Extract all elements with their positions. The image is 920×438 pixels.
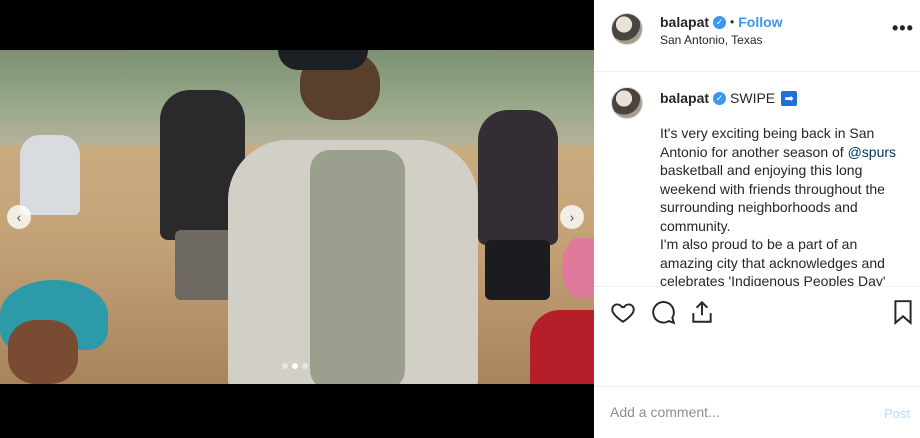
action-bar xyxy=(594,286,920,386)
follow-button[interactable]: Follow xyxy=(738,14,782,30)
post-comment-button[interactable]: Post xyxy=(884,406,910,421)
post-photo[interactable] xyxy=(0,50,594,384)
chevron-left-icon: ‹ xyxy=(16,209,22,225)
add-comment-section: Post xyxy=(594,386,920,438)
caption-area: balapat ✓ SWIPE ➡ It's very exciting bei… xyxy=(594,72,920,286)
heart-icon xyxy=(611,303,635,323)
username-link[interactable]: balapat xyxy=(660,14,709,30)
comment-input[interactable] xyxy=(610,404,860,420)
separator-dot: • xyxy=(730,15,735,29)
carousel-dot-active xyxy=(292,363,298,369)
verified-badge-icon: ✓ xyxy=(713,91,727,105)
chevron-right-icon: › xyxy=(569,209,575,225)
media-area: ‹ › xyxy=(0,0,594,438)
caption-text: It's very exciting being back in San Ant… xyxy=(660,125,897,286)
save-button[interactable] xyxy=(890,299,916,325)
more-options-icon[interactable]: ••• xyxy=(892,18,914,39)
right-arrow-emoji-icon: ➡ xyxy=(781,90,798,106)
carousel-dot xyxy=(302,363,308,369)
avatar[interactable] xyxy=(611,13,643,45)
post-header: balapat ✓ • Follow San Antonio, Texas ••… xyxy=(594,0,920,72)
share-button[interactable] xyxy=(689,299,715,325)
carousel-indicator xyxy=(282,363,308,369)
location-link[interactable]: San Antonio, Texas xyxy=(660,33,763,47)
mention-link[interactable]: @spurs xyxy=(848,144,896,160)
carousel-next-button[interactable]: › xyxy=(560,205,584,229)
caption-username-link[interactable]: balapat xyxy=(660,90,709,106)
share-icon xyxy=(692,300,712,323)
post-side-panel: balapat ✓ • Follow San Antonio, Texas ••… xyxy=(594,0,920,438)
avatar[interactable] xyxy=(611,87,643,119)
bookmark-icon xyxy=(894,300,912,325)
like-button[interactable] xyxy=(610,299,636,325)
comment-bubble-icon xyxy=(652,301,676,325)
comment-button[interactable] xyxy=(650,299,676,325)
carousel-prev-button[interactable]: ‹ xyxy=(7,205,31,229)
carousel-dot xyxy=(282,363,288,369)
verified-badge-icon: ✓ xyxy=(713,15,727,29)
caption-swipe-text: SWIPE xyxy=(730,90,776,106)
